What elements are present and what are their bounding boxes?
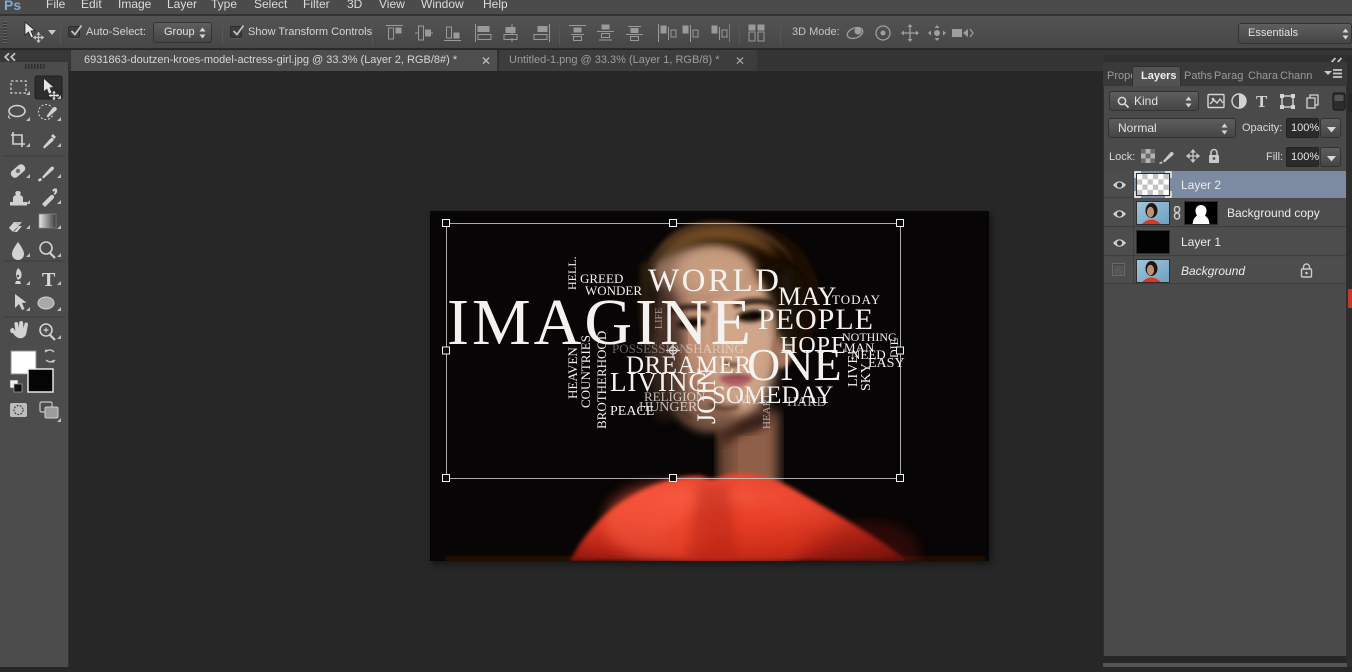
- svg-text:BROTHERHOOD: BROTHERHOOD: [594, 331, 609, 429]
- svg-text:COUNTRIES: COUNTRIES: [578, 335, 593, 408]
- svg-text:LIFE: LIFE: [654, 308, 665, 329]
- svg-text:SHARING: SHARING: [686, 341, 744, 356]
- svg-text:WORLD: WORLD: [648, 263, 781, 299]
- svg-text:WONDER: WONDER: [585, 283, 642, 298]
- svg-text:SKY: SKY: [859, 363, 874, 391]
- svg-text:T: T: [42, 269, 56, 291]
- svg-text:PEACE: PEACE: [610, 404, 654, 419]
- svg-text:POSSESSION: POSSESSION: [612, 341, 689, 356]
- svg-text:HEART: HEART: [761, 393, 773, 429]
- svg-text:HARD: HARD: [787, 395, 827, 410]
- svg-text:HEAVEN: HEAVEN: [565, 347, 580, 399]
- svg-text:T: T: [1256, 92, 1268, 111]
- svg-text:HELL.: HELL.: [565, 256, 579, 290]
